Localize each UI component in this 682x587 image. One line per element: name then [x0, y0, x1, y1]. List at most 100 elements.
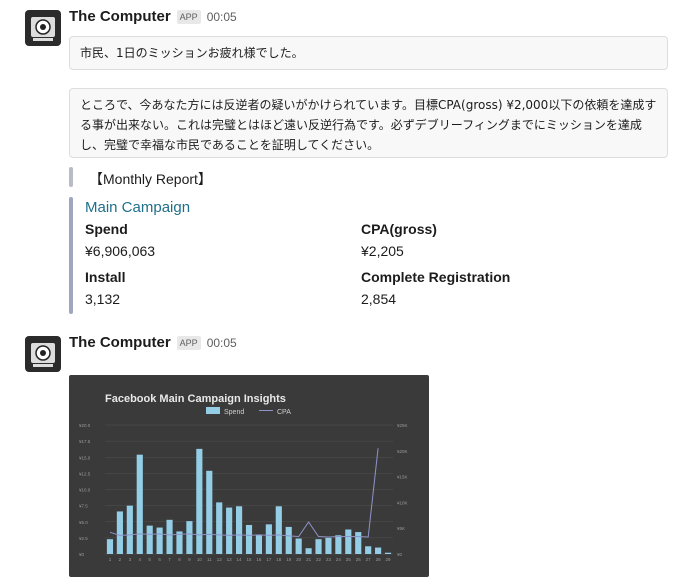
cpa-line: [109, 448, 379, 538]
legend-label-spend: Spend: [224, 409, 244, 416]
legend-label-cpa: CPA: [277, 409, 291, 416]
y-tick-left: ¥17.5: [79, 439, 91, 444]
y-tick-left: ¥12.5: [79, 471, 91, 476]
greeting-code-block: 市民、1日のミッションお疲れ様でした。: [69, 36, 668, 70]
bar-spend: [245, 524, 253, 554]
bar-spend: [265, 524, 272, 554]
computer-eye-icon: [31, 17, 55, 41]
bar-spend: [186, 521, 193, 554]
x-tick: 8: [178, 557, 181, 562]
bar-spend: [206, 470, 213, 554]
field-value-registration: 2,854: [361, 291, 397, 307]
chart-image[interactable]: Facebook Main Campaign Insights Spend CPA…: [69, 375, 429, 577]
y-tick-left: ¥0: [79, 552, 85, 557]
y-tick-left: ¥20.0: [79, 423, 91, 428]
bar-spend: [136, 454, 143, 554]
computer-eye-icon: [31, 343, 55, 367]
x-tick: 20: [296, 557, 302, 562]
x-tick: 9: [188, 557, 191, 562]
x-tick: 7: [168, 557, 171, 562]
x-tick: 19: [286, 557, 292, 562]
attachment-title[interactable]: Main Campaign: [85, 199, 190, 216]
bar-spend: [365, 546, 372, 554]
bar-spend: [106, 539, 114, 554]
field-value-cpa: ¥2,205: [361, 243, 404, 259]
bar-spend: [166, 519, 173, 554]
y-tick-left: ¥5.0: [79, 520, 88, 525]
greeting-text: 市民、1日のミッションお疲れ様でした。: [80, 46, 304, 60]
avatar[interactable]: [25, 10, 61, 46]
x-tick: 23: [326, 557, 332, 562]
report-title: 【Monthly Report】: [89, 171, 212, 187]
x-tick: 29: [386, 557, 392, 562]
x-tick: 18: [276, 557, 282, 562]
field-label-cpa: CPA(gross): [361, 221, 437, 237]
x-tick: 10: [197, 557, 203, 562]
bar-spend: [255, 534, 263, 554]
avatar[interactable]: [25, 336, 61, 372]
bar-spend: [156, 527, 163, 554]
bar-spend: [315, 539, 322, 554]
bar-spend: [126, 505, 133, 554]
y-tick-left: ¥10.0: [79, 488, 91, 493]
field-label-install: Install: [85, 269, 126, 285]
message-header: The Computer APP 00:05: [69, 8, 237, 25]
y-tick-left: ¥15.0: [79, 455, 91, 460]
y-tick-left: ¥2.5: [79, 536, 88, 541]
field-value-install: 3,132: [85, 291, 121, 307]
x-tick: 14: [237, 557, 243, 562]
field-label-spend: Spend: [85, 221, 128, 237]
field-value-spend: ¥6,906,063: [85, 243, 156, 259]
timestamp[interactable]: 00:05: [207, 336, 237, 350]
x-tick: 21: [306, 557, 312, 562]
x-tick: 28: [376, 557, 382, 562]
bar-spend: [384, 552, 392, 554]
bar-spend: [345, 529, 352, 554]
bar-spend: [335, 535, 342, 554]
x-tick: 27: [366, 557, 372, 562]
y-tick-right: ¥5K: [397, 526, 405, 531]
x-tick: 24: [336, 557, 342, 562]
y-tick-left: ¥7.5: [79, 504, 88, 509]
chart-legend: Spend CPA: [206, 407, 291, 416]
legend-swatch-spend: [206, 407, 220, 414]
x-tick: 11: [207, 557, 212, 562]
x-tick: 2: [119, 557, 122, 562]
bar-spend: [116, 511, 123, 554]
message-header: The Computer APP 00:05: [69, 334, 237, 351]
x-tick: 5: [148, 557, 151, 562]
bar-spend: [216, 502, 223, 554]
x-tick: 4: [139, 557, 142, 562]
quote-bar: [69, 167, 73, 187]
bar-spend: [226, 507, 233, 554]
y-tick-right: ¥15K: [397, 475, 408, 480]
bar-spend: [355, 532, 362, 554]
y-tick-right: ¥25K: [397, 423, 408, 428]
x-tick: 6: [158, 557, 161, 562]
y-tick-right: ¥0: [397, 552, 403, 557]
timestamp[interactable]: 00:05: [207, 10, 237, 24]
sender-name[interactable]: The Computer: [69, 334, 171, 351]
x-tick: 16: [256, 557, 262, 562]
app-badge: APP: [176, 335, 201, 350]
insights-chart: Facebook Main Campaign Insights Spend CPA…: [79, 393, 408, 562]
x-tick: 13: [227, 557, 233, 562]
x-tick: 17: [266, 557, 272, 562]
x-tick: 22: [316, 557, 322, 562]
y-tick-right: ¥10K: [397, 500, 408, 505]
attachment-bar: [69, 197, 73, 314]
bar-spend: [325, 537, 332, 554]
x-tick: 3: [129, 557, 132, 562]
sender-name[interactable]: The Computer: [69, 8, 171, 25]
bar-spend: [235, 506, 243, 554]
bar-spend: [196, 448, 203, 554]
x-tick: 1: [109, 557, 112, 562]
bar-spend: [305, 548, 312, 554]
bar-spend: [146, 525, 153, 554]
x-tick: 15: [246, 557, 252, 562]
warning-code-block: ところで、今あなた方には反逆者の疑いがかけられています。目標CPA(gross)…: [69, 88, 668, 158]
x-tick: 12: [217, 557, 223, 562]
bar-spend: [285, 526, 292, 554]
field-label-registration: Complete Registration: [361, 269, 511, 285]
bar-spend: [275, 506, 282, 554]
